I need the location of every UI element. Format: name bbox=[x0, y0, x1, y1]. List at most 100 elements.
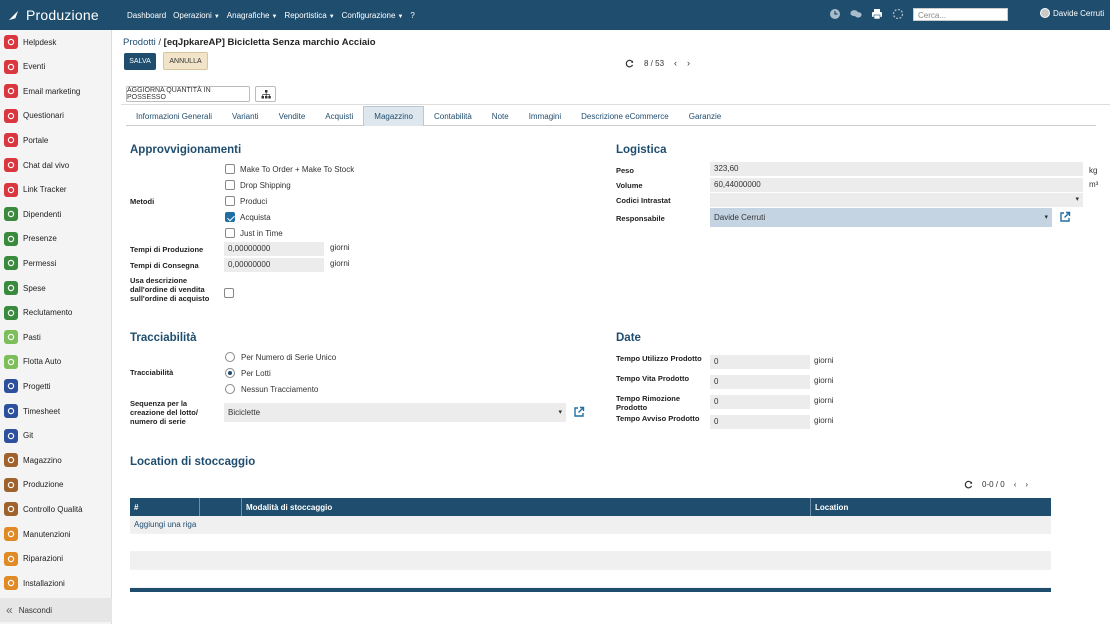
codici-intrastat-select[interactable] bbox=[710, 193, 1083, 207]
sidebar-item-helpdesk[interactable]: Helpdesk bbox=[4, 32, 108, 52]
sidebar-item-email-marketing[interactable]: Email marketing bbox=[4, 81, 108, 101]
print-icon[interactable] bbox=[871, 8, 883, 20]
menu-reportistica-label: Reportistica bbox=[284, 10, 327, 20]
mail-icon bbox=[4, 84, 18, 99]
chevron-left-icon[interactable]: ‹ bbox=[1014, 480, 1017, 489]
spinner-icon[interactable] bbox=[892, 8, 904, 20]
sidebar-item-presenze[interactable]: Presenze bbox=[4, 229, 108, 249]
metodo-checkbox[interactable] bbox=[225, 212, 235, 222]
sidebar-item-portale[interactable]: Portale bbox=[4, 130, 108, 150]
peso-input[interactable]: 323,60 bbox=[710, 162, 1083, 176]
user-menu[interactable]: Davide Cerruti bbox=[1040, 8, 1104, 18]
sidebar-item-controllo-qualit-[interactable]: Controllo Qualità bbox=[4, 499, 108, 519]
date-field-input[interactable]: 0 bbox=[710, 355, 810, 369]
tab-immagini[interactable]: Immagini bbox=[519, 106, 571, 126]
sidebar-item-flotta-auto[interactable]: Flotta Auto bbox=[4, 352, 108, 372]
save-button[interactable]: SALVA bbox=[124, 53, 156, 70]
volume-unit: m³ bbox=[1089, 180, 1099, 189]
sidebar-item-timesheet[interactable]: Timesheet bbox=[4, 401, 108, 421]
usa-descrizione-checkbox[interactable] bbox=[224, 288, 234, 298]
sidebar: Helpdesk Eventi Email marketing Questionari… bbox=[0, 30, 112, 624]
sidebar-item-label: Pasti bbox=[23, 332, 41, 342]
tab-note[interactable]: Note bbox=[482, 106, 519, 126]
tracciabilita-label: Tracciabilità bbox=[130, 368, 174, 377]
chevron-right-icon[interactable]: › bbox=[687, 58, 690, 68]
tracciabilita-radio[interactable] bbox=[225, 384, 235, 394]
date-field-input[interactable]: 0 bbox=[710, 415, 810, 429]
sidebar-item-pasti[interactable]: Pasti bbox=[4, 327, 108, 347]
breadcrumb-parent-link[interactable]: Prodotti bbox=[123, 37, 156, 48]
table-pager: 0-0 / 0 ‹ › bbox=[964, 480, 1028, 489]
tempi-consegna-input[interactable]: 0,00000000 bbox=[224, 258, 324, 272]
tempi-produzione-label: Tempi di Produzione bbox=[130, 245, 204, 254]
sidebar-item-manutenzioni[interactable]: Manutenzioni bbox=[4, 524, 108, 544]
sidebar-item-permessi[interactable]: Permessi bbox=[4, 253, 108, 273]
column-header-location[interactable]: Location bbox=[811, 498, 1051, 516]
menu-dashboard[interactable]: Dashboard bbox=[127, 11, 166, 20]
sidebar-item-questionari[interactable]: Questionari bbox=[4, 106, 108, 126]
add-row-link[interactable]: Aggiungi una riga bbox=[130, 516, 1051, 534]
structure-button[interactable] bbox=[255, 86, 276, 102]
sidebar-item-label: Manutenzioni bbox=[23, 529, 71, 539]
tempi-produzione-input[interactable]: 0,00000000 bbox=[224, 242, 324, 256]
date-field-label: Tempo Rimozione Prodotto bbox=[616, 394, 681, 412]
sidebar-item-magazzino[interactable]: Magazzino bbox=[4, 450, 108, 470]
app-brand[interactable]: Produzione bbox=[0, 7, 115, 23]
metodo-checkbox[interactable] bbox=[225, 196, 235, 206]
sidebar-item-label: Eventi bbox=[23, 62, 46, 72]
tab-informazioni-generali[interactable]: Informazioni Generali bbox=[126, 106, 222, 126]
chevron-right-icon[interactable]: › bbox=[1025, 480, 1028, 489]
tab-varianti[interactable]: Varianti bbox=[222, 106, 269, 126]
tracciabilita-radio[interactable] bbox=[225, 368, 235, 378]
sequenza-select[interactable]: Biciclette bbox=[224, 403, 566, 422]
sidebar-item-produzione[interactable]: Produzione bbox=[4, 475, 108, 495]
section-title-approvvigionamenti: Approvvigionamenti bbox=[130, 144, 242, 156]
table-header: # Modalità di stoccaggio Location bbox=[130, 498, 1051, 516]
sidebar-item-link-tracker[interactable]: Link Tracker bbox=[4, 180, 108, 200]
menu-reportistica[interactable]: Reportistica ▼ bbox=[284, 11, 334, 20]
sidebar-item-installazioni[interactable]: Installazioni bbox=[4, 573, 108, 593]
date-field-input[interactable]: 0 bbox=[710, 395, 810, 409]
tab-magazzino[interactable]: Magazzino bbox=[363, 106, 424, 126]
tab-garanzie[interactable]: Garanzie bbox=[679, 106, 731, 126]
menu-help[interactable]: ? bbox=[410, 11, 414, 20]
sidebar-item-spese[interactable]: Spese bbox=[4, 278, 108, 298]
metodo-checkbox[interactable] bbox=[225, 228, 235, 238]
sidebar-hide-button[interactable]: « Nascondi bbox=[0, 598, 112, 622]
search-input[interactable]: Cerca... bbox=[913, 8, 1008, 21]
menu-anagrafiche[interactable]: Anagrafiche ▼ bbox=[227, 11, 278, 20]
volume-label: Volume bbox=[616, 181, 643, 190]
update-quantity-button[interactable]: AGGIORNA QUANTITÀ IN POSSESSO bbox=[126, 86, 250, 102]
volume-input[interactable]: 60,44000000 bbox=[710, 178, 1083, 192]
tracciabilita-radio[interactable] bbox=[225, 352, 235, 362]
chat-bubbles-icon[interactable] bbox=[850, 8, 862, 20]
tab-contabilit-[interactable]: Contabilità bbox=[424, 106, 482, 126]
date-field-label: Tempo Vita Prodotto bbox=[616, 374, 690, 383]
column-header-modalita[interactable]: Modalità di stoccaggio bbox=[242, 498, 811, 516]
sidebar-item-progetti[interactable]: Progetti bbox=[4, 376, 108, 396]
cancel-button[interactable]: ANNULLA bbox=[163, 52, 208, 70]
tab-acquisti[interactable]: Acquisti bbox=[315, 106, 363, 126]
tab-descrizione-ecommerce[interactable]: Descrizione eCommerce bbox=[571, 106, 679, 126]
sidebar-item-riparazioni[interactable]: Riparazioni bbox=[4, 549, 108, 569]
refresh-icon[interactable] bbox=[625, 59, 634, 68]
menu-configurazione[interactable]: Configurazione ▼ bbox=[342, 11, 404, 20]
date-field-label: Tempo Utilizzo Prodotto bbox=[616, 354, 702, 363]
sidebar-item-chat-dal-vivo[interactable]: Chat dal vivo bbox=[4, 155, 108, 175]
sidebar-item-eventi[interactable]: Eventi bbox=[4, 57, 108, 77]
sidebar-item-dipendenti[interactable]: Dipendenti bbox=[4, 204, 108, 224]
date-field-input[interactable]: 0 bbox=[710, 375, 810, 389]
clock-icon[interactable] bbox=[829, 8, 841, 20]
metodo-checkbox[interactable] bbox=[225, 164, 235, 174]
chevron-left-icon[interactable]: ‹ bbox=[674, 58, 677, 68]
tab-vendite[interactable]: Vendite bbox=[269, 106, 316, 126]
menu-operazioni[interactable]: Operazioni ▼ bbox=[173, 11, 220, 20]
responsabile-select[interactable]: Davide Cerruti bbox=[710, 208, 1052, 227]
sidebar-item-reclutamento[interactable]: Reclutamento bbox=[4, 303, 108, 323]
external-link-icon[interactable] bbox=[573, 406, 585, 418]
metodo-checkbox[interactable] bbox=[225, 180, 235, 190]
sidebar-item-git[interactable]: Git bbox=[4, 426, 108, 446]
refresh-icon[interactable] bbox=[964, 480, 973, 489]
table-row bbox=[130, 552, 1051, 570]
external-link-icon[interactable] bbox=[1059, 211, 1071, 223]
